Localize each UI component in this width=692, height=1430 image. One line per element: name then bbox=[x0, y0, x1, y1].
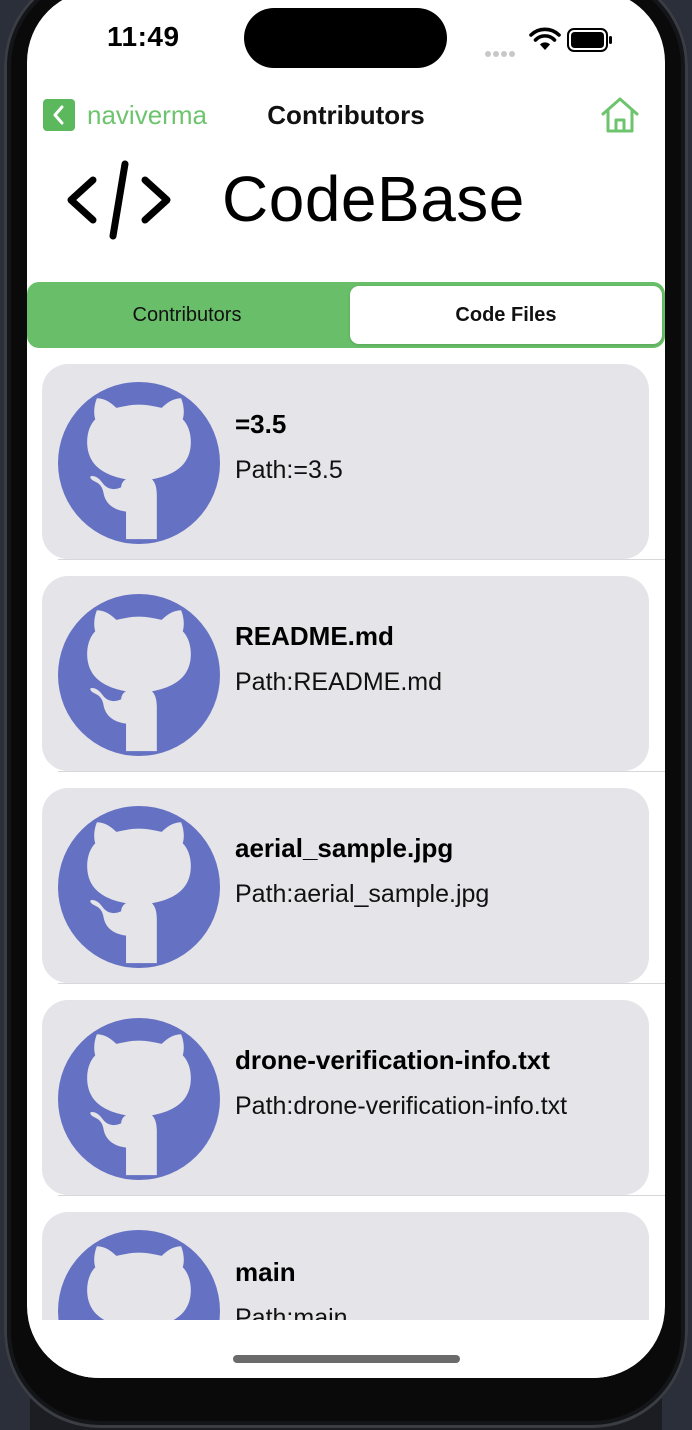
house-icon bbox=[601, 97, 639, 133]
brand-header: CodeBase bbox=[67, 158, 627, 246]
status-indicators bbox=[483, 24, 615, 57]
github-octocat-icon bbox=[58, 1018, 220, 1180]
app-title: CodeBase bbox=[222, 163, 525, 235]
file-path: Path:README.md bbox=[235, 668, 443, 696]
list-item[interactable]: drone-verification-info.txt Path:drone-v… bbox=[27, 1000, 665, 1212]
file-name: =3.5 bbox=[235, 409, 287, 439]
github-octocat-icon bbox=[58, 806, 220, 968]
file-list: =3.5 Path:=3.5 README.md Path:README.md … bbox=[27, 364, 665, 1378]
github-octocat-icon bbox=[58, 594, 220, 756]
page-title: Contributors bbox=[267, 100, 425, 130]
dynamic-island bbox=[244, 8, 447, 68]
row-divider bbox=[58, 983, 665, 984]
home-indicator[interactable] bbox=[233, 1355, 460, 1363]
row-divider bbox=[58, 771, 665, 772]
tab-code-files[interactable]: Code Files bbox=[350, 286, 662, 344]
github-octocat-icon bbox=[58, 382, 220, 544]
device-frame: 11:49 naviverma Contributors CodeBase Co… bbox=[4, 0, 688, 1428]
file-name: main bbox=[235, 1257, 296, 1287]
code-brackets-icon bbox=[67, 160, 171, 240]
cellular-signal-icon bbox=[485, 44, 517, 62]
list-item[interactable]: README.md Path:README.md bbox=[27, 576, 665, 788]
file-name: drone-verification-info.txt bbox=[235, 1045, 550, 1075]
status-time: 11:49 bbox=[107, 21, 180, 52]
tab-contributors[interactable]: Contributors bbox=[31, 286, 343, 344]
wifi-icon bbox=[529, 27, 561, 50]
list-item[interactable]: aerial_sample.jpg Path:aerial_sample.jpg bbox=[27, 788, 665, 1000]
file-path: Path:aerial_sample.jpg bbox=[235, 880, 490, 908]
row-divider bbox=[58, 1195, 665, 1196]
file-path: Path:=3.5 bbox=[235, 456, 343, 484]
row-divider bbox=[58, 559, 665, 560]
segmented-control: Contributors Code Files bbox=[27, 282, 665, 348]
file-name: README.md bbox=[235, 621, 394, 651]
screen: 11:49 naviverma Contributors CodeBase Co… bbox=[27, 0, 665, 1378]
battery-icon bbox=[567, 28, 612, 52]
home-button[interactable] bbox=[599, 94, 641, 141]
file-path: Path:drone-verification-info.txt bbox=[235, 1092, 568, 1120]
navigation-bar: naviverma Contributors bbox=[27, 90, 665, 140]
list-item[interactable]: =3.5 Path:=3.5 bbox=[27, 364, 665, 576]
bottom-safe-area bbox=[27, 1320, 665, 1378]
file-name: aerial_sample.jpg bbox=[235, 833, 454, 863]
